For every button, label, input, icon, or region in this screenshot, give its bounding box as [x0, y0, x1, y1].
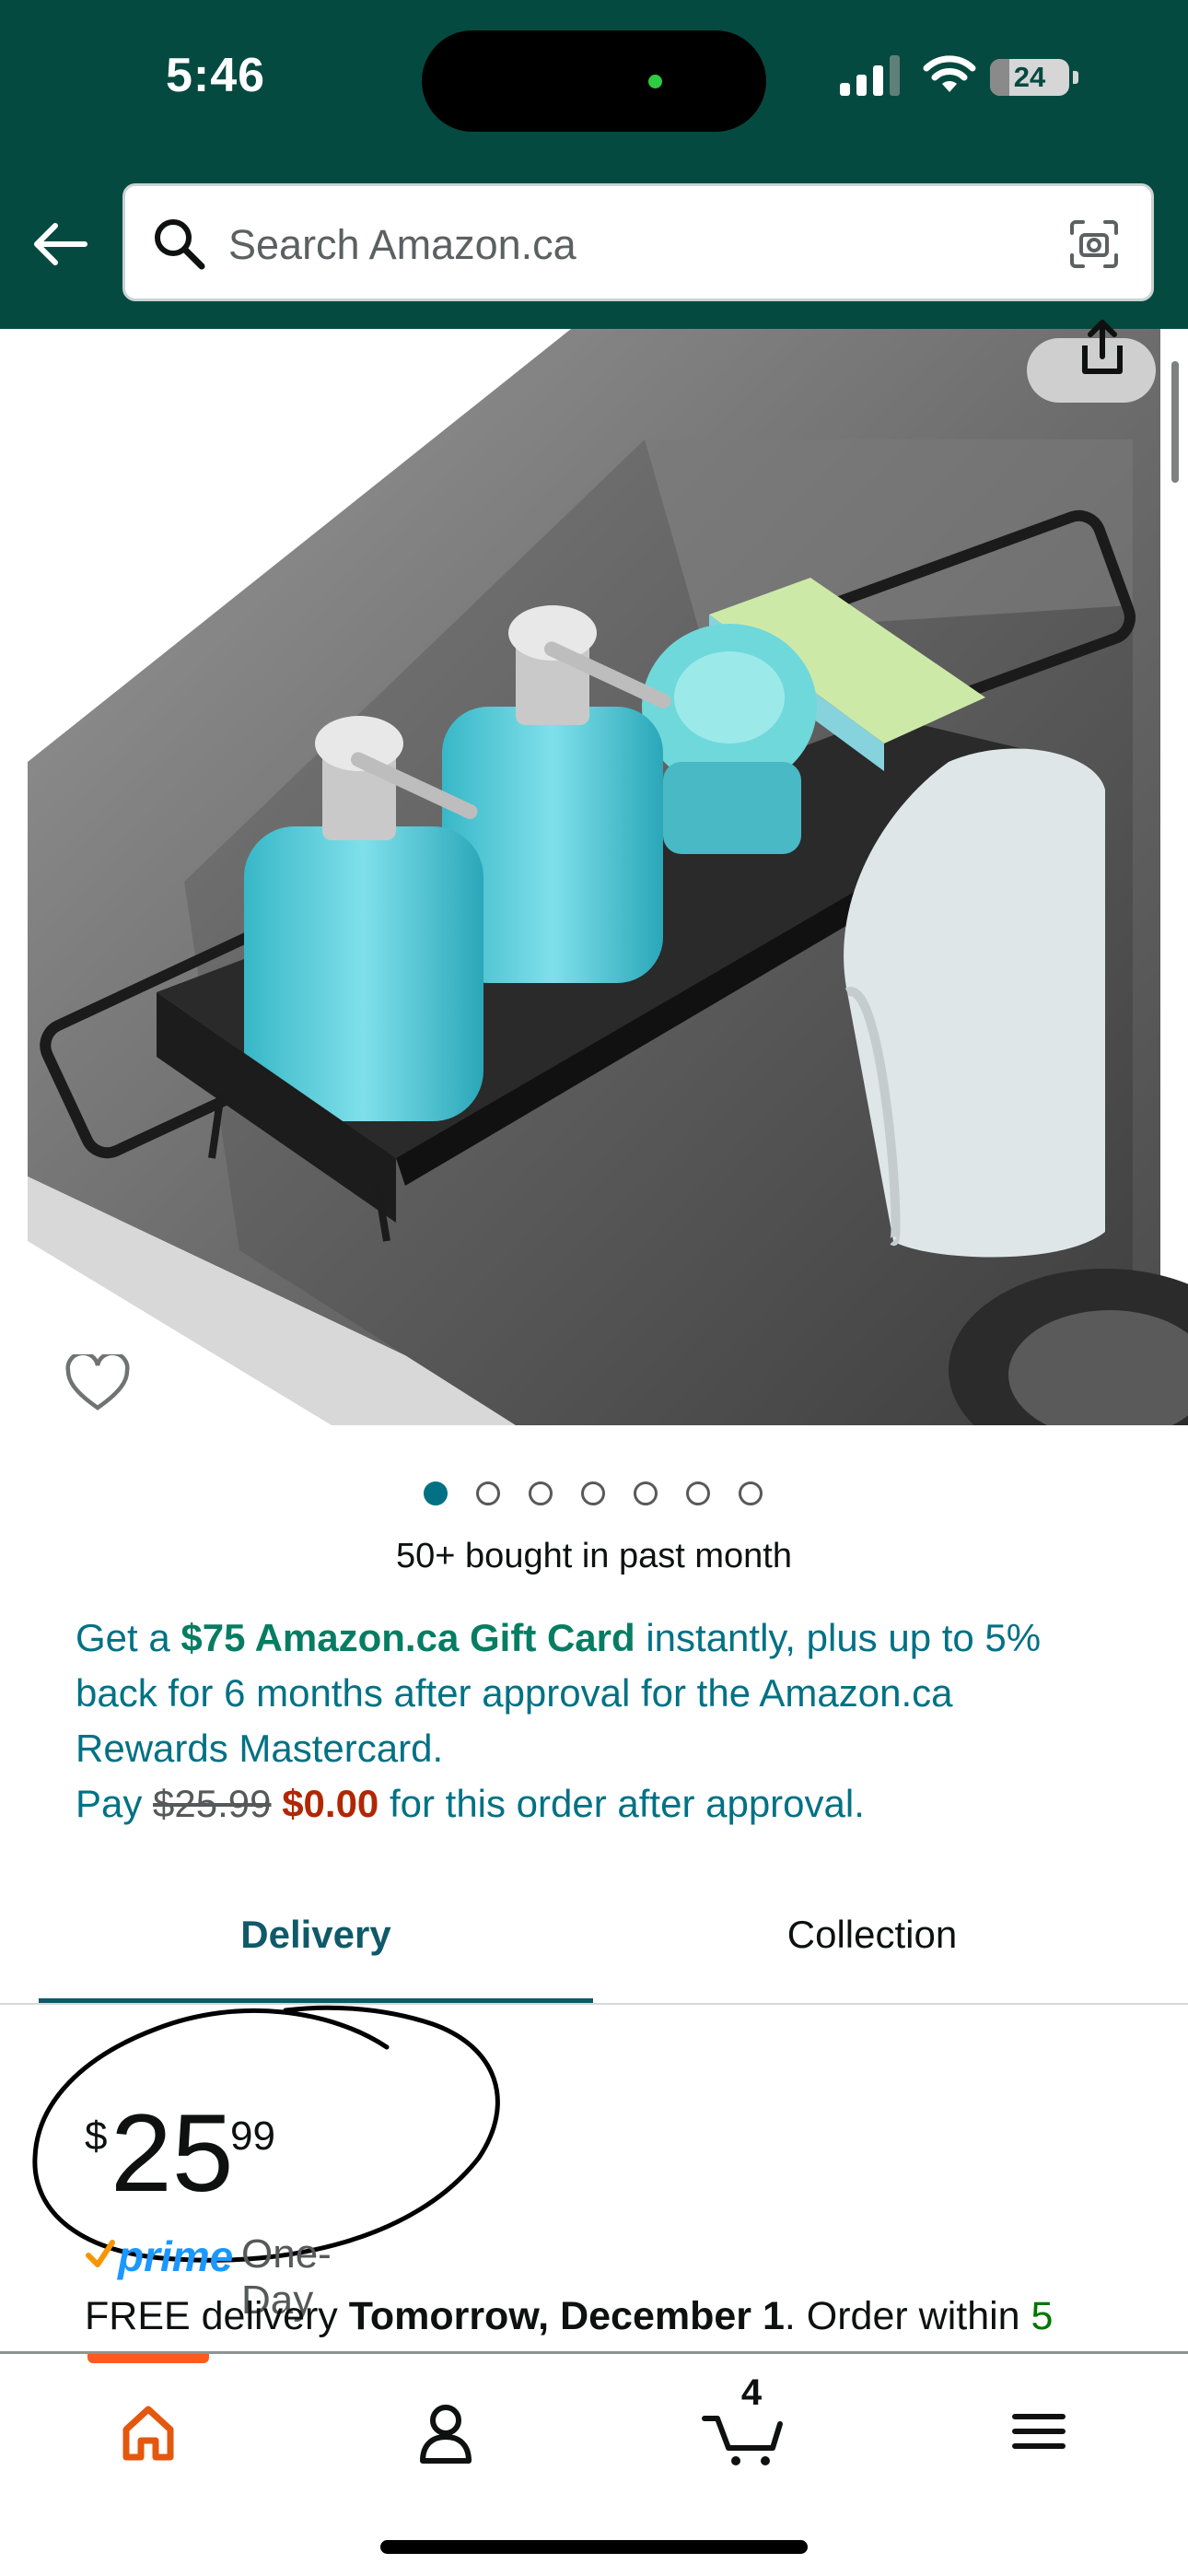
account-icon[interactable] [390, 2383, 501, 2476]
search-icon [155, 219, 205, 270]
promo-pay-suffix: for this order after approval. [379, 1782, 865, 1825]
promo-new-price: $0.00 [282, 1782, 379, 1825]
carousel-dot[interactable] [739, 1481, 763, 1505]
order-within-label: . Order within [784, 2294, 1031, 2338]
order-countdown: 5 [1031, 2294, 1054, 2338]
nav-active-indicator [87, 2354, 209, 2363]
battery-icon: 24 [990, 59, 1069, 96]
home-indicator[interactable] [380, 2540, 808, 2554]
dynamic-island [422, 30, 766, 132]
carousel-dot[interactable] [634, 1481, 658, 1505]
promo-prefix: Get a [76, 1616, 181, 1659]
delivery-date: Tomorrow, December 1 [348, 2294, 785, 2338]
status-time: 5:46 [166, 49, 266, 102]
back-arrow-icon[interactable] [29, 214, 90, 275]
carousel-dot[interactable] [424, 1481, 448, 1505]
menu-icon[interactable] [984, 2383, 1094, 2476]
wifi-icon [923, 55, 976, 92]
battery-level: 24 [1013, 61, 1046, 93]
credit-card-promo[interactable]: Get a $75 Amazon.ca Gift Card instantly,… [76, 1610, 1107, 1832]
status-icons: 24 [838, 55, 1188, 111]
camera-scan-icon[interactable] [1068, 218, 1120, 270]
heart-icon[interactable] [64, 1354, 131, 1413]
delivery-info: FREE delivery Tomorrow, December 1. Orde… [85, 2294, 1171, 2339]
free-delivery-label: FREE delivery [85, 2294, 349, 2338]
prime-check-icon [86, 2240, 115, 2267]
carousel-dot[interactable] [581, 1481, 605, 1505]
promo-pay-label: Pay [76, 1782, 154, 1825]
tab-delivery[interactable]: Delivery [39, 1898, 593, 2001]
search-bar[interactable] [122, 183, 1154, 301]
carousel-dot[interactable] [529, 1481, 553, 1505]
carousel-dot[interactable] [476, 1481, 500, 1505]
top-header: 5:46 24 [0, 0, 1188, 329]
product-photo [28, 329, 1188, 1425]
prime-label: prime [118, 2232, 234, 2280]
bought-count: 50+ bought in past month [396, 1537, 792, 1575]
battery-tip [1073, 71, 1078, 84]
signal-icon [840, 55, 900, 96]
promo-old-price: $25.99 [153, 1782, 272, 1825]
promo-gift-card: $75 Amazon.ca Gift Card [181, 1616, 635, 1659]
camera-indicator-dot [648, 75, 662, 88]
tab-collection[interactable]: Collection [593, 1898, 1151, 2001]
cart-count: 4 [740, 2372, 763, 2413]
scroll-indicator [1171, 361, 1179, 483]
share-icon[interactable] [1070, 318, 1135, 382]
home-icon[interactable] [93, 2383, 204, 2476]
product-image[interactable] [0, 329, 1188, 1425]
carousel-dot[interactable] [686, 1481, 710, 1505]
search-input[interactable] [227, 208, 1041, 282]
